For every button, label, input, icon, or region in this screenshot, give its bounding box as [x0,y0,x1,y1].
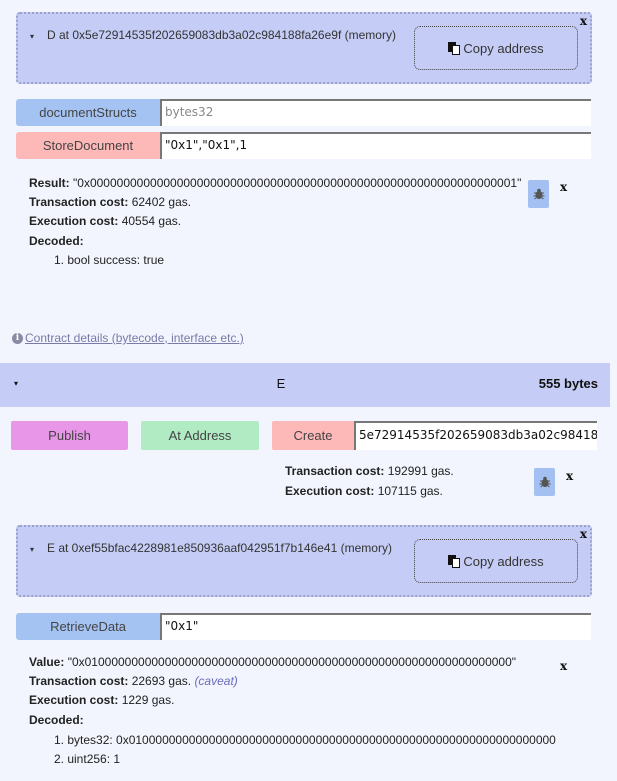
caret-down-icon[interactable]: ▾ [30,32,34,41]
result-label: Result: [29,176,70,190]
contract-e-header[interactable]: ▾ E 555 bytes [0,363,610,407]
result-line: Result: "0x00000000000000000000000000000… [29,174,536,194]
execution-cost-line: Execution cost: 1229 gas. [29,693,175,707]
decoded-item: 2. uint256: 1 [54,752,121,766]
close-result-button[interactable]: x [560,180,567,194]
transaction-cost-line: Transaction cost: 22693 gas. (caveat) [29,674,238,688]
create-transaction-cost: Transaction cost: 192991 gas. [285,464,454,478]
close-instance-button[interactable]: x [580,14,587,28]
decoded-item: 1. bytes32: 0x01000000000000000000000000… [54,733,556,747]
debug-button[interactable] [534,468,555,496]
documentStructs-button[interactable]: documentStructs [16,99,160,126]
bug-icon [539,476,550,488]
StoreDocument-input[interactable]: "0x1","0x1",1 [160,132,591,159]
result-value: "0x0000000000000000000000000000000000000… [73,176,522,190]
create-execution-cost: Execution cost: 107115 gas. [285,484,443,498]
copy-address-label: Copy address [463,40,544,56]
instance-e-title[interactable]: E at 0xef55bfac4228981e850936aaf042951f7… [47,539,405,558]
close-create-result-button[interactable]: x [566,469,573,483]
caveat-link[interactable]: (caveat) [194,674,237,688]
contract-details-link[interactable]: i Contract details (bytecode, interface … [12,331,244,345]
close-result-button[interactable]: x [560,659,567,673]
StoreDocument-button[interactable]: StoreDocument [16,132,160,159]
copy-icon [448,554,461,568]
close-instance-button[interactable]: x [580,527,587,541]
copy-icon [448,41,461,55]
execution-cost-line: Execution cost: 40554 gas. [29,214,182,228]
contract-name: E [276,376,286,391]
contract-size: 555 bytes [538,376,598,391]
decoded-item: 1. bool success: true [54,253,165,267]
info-icon: i [12,332,23,344]
decoded-label: Decoded: [29,713,84,727]
publish-button[interactable]: Publish [11,421,128,450]
decoded-label: Decoded: [29,234,84,248]
bug-icon [533,188,544,200]
caret-down-icon[interactable]: ▾ [30,545,34,554]
at-address-button[interactable]: At Address [141,421,259,450]
instance-d-panel: ▾ D at 0x5e72914535f202659083db3a02c9841… [16,12,592,84]
transaction-cost-line: Transaction cost: 62402 gas. [29,195,192,209]
RetrieveData-button[interactable]: RetrieveData [16,613,160,640]
RetrieveData-input[interactable]: "0x1" [160,613,591,640]
copy-address-button[interactable]: Copy address [414,26,578,70]
instance-d-title[interactable]: D at 0x5e72914535f202659083db3a02c984188… [47,26,405,45]
instance-e-panel: ▾ E at 0xef55bfac4228981e850936aaf042951… [16,525,592,597]
debug-button[interactable] [528,180,549,208]
create-button[interactable]: Create [272,421,354,450]
copy-address-label: Copy address [463,553,544,569]
documentStructs-input[interactable]: bytes32 [160,99,591,126]
create-args-input[interactable]: 5e72914535f202659083db3a02c984188fa26e9f [354,421,597,450]
copy-address-button[interactable]: Copy address [414,539,578,583]
value-line: Value: "0x010000000000000000000000000000… [29,655,517,669]
